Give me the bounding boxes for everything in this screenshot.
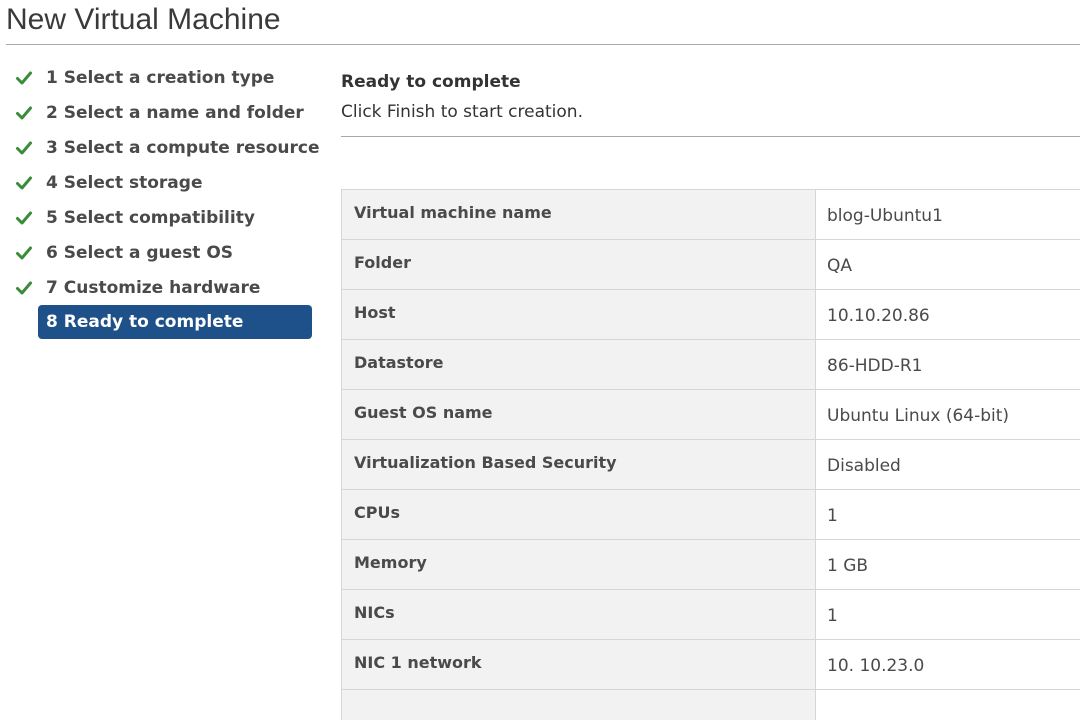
step-select-creation-type[interactable]: 1 Select a creation type: [16, 61, 312, 95]
row-key: [341, 689, 816, 720]
summary-table: Virtual machine name blog-Ubuntu1 Folder…: [341, 189, 1080, 720]
row-value: 1: [815, 489, 1080, 540]
section-description: Click Finish to start creation.: [341, 102, 583, 122]
row-value-text: QA: [827, 255, 853, 276]
table-row: Datastore 86-HDD-R1: [341, 339, 1080, 390]
row-value-text: 10.10.20.86: [827, 305, 930, 326]
row-key-text: Datastore: [354, 353, 444, 372]
row-key: Datastore: [341, 339, 816, 390]
table-row: CPUs 1: [341, 489, 1080, 540]
section-title: Ready to complete: [341, 72, 521, 92]
row-key-text: Guest OS name: [354, 403, 493, 422]
row-value: 1 GB: [815, 539, 1080, 590]
row-key: NICs: [341, 589, 816, 640]
dialog-title: New Virtual Machine: [6, 3, 281, 36]
row-key: Folder: [341, 239, 816, 290]
step-label: 3 Select a compute resource: [46, 138, 320, 158]
content-divider: [341, 136, 1080, 137]
table-row: Host 10.10.20.86: [341, 289, 1080, 340]
row-value: [815, 689, 1080, 720]
row-value-text: 1 GB: [827, 555, 869, 576]
row-value: QA: [815, 239, 1080, 290]
row-value-text: 1: [827, 605, 838, 626]
step-select-guest-os[interactable]: 6 Select a guest OS: [16, 236, 312, 270]
row-value-text: 86-HDD-R1: [827, 355, 923, 376]
row-key-text: Host: [354, 303, 396, 322]
row-key: Memory: [341, 539, 816, 590]
row-key: Host: [341, 289, 816, 340]
step-label: 5 Select compatibility: [46, 208, 255, 228]
row-key-text: Memory: [354, 553, 427, 572]
step-label: 8 Ready to complete: [46, 312, 244, 332]
step-select-name-and-folder[interactable]: 2 Select a name and folder: [16, 96, 312, 130]
row-value: 1: [815, 589, 1080, 640]
table-row: NICs 1: [341, 589, 1080, 640]
table-row: Folder QA: [341, 239, 1080, 290]
row-key: Virtual machine name: [341, 189, 816, 240]
row-key: Virtualization Based Security: [341, 439, 816, 490]
check-icon: [16, 211, 32, 225]
row-key-text: Virtualization Based Security: [354, 453, 617, 472]
row-key-text: NIC 1 network: [354, 653, 482, 672]
row-key: Guest OS name: [341, 389, 816, 440]
step-ready-to-complete[interactable]: 8 Ready to complete: [38, 305, 312, 339]
table-row: [341, 689, 1080, 720]
step-customize-hardware[interactable]: 7 Customize hardware: [16, 271, 312, 305]
row-value: 10.10.20.86: [815, 289, 1080, 340]
row-value: blog-Ubuntu1: [815, 189, 1080, 240]
row-value-text: Disabled: [827, 455, 901, 476]
row-key: NIC 1 network: [341, 639, 816, 690]
table-row: Memory 1 GB: [341, 539, 1080, 590]
row-value-text: 1: [827, 505, 838, 526]
step-label: 4 Select storage: [46, 173, 203, 193]
row-value-text: Ubuntu Linux (64-bit): [827, 405, 1010, 426]
row-key: CPUs: [341, 489, 816, 540]
step-label: 7 Customize hardware: [46, 278, 261, 298]
row-key-text: NICs: [354, 603, 395, 622]
row-value: Disabled: [815, 439, 1080, 490]
new-vm-wizard: New Virtual Machine 1 Select a creation …: [0, 0, 1080, 720]
row-value-text: 10. 10.23.0: [827, 655, 925, 676]
table-row: Virtualization Based Security Disabled: [341, 439, 1080, 490]
check-icon: [16, 106, 32, 120]
table-row: NIC 1 network 10. 10.23.0: [341, 639, 1080, 690]
check-icon: [16, 281, 32, 295]
row-value: 86-HDD-R1: [815, 339, 1080, 390]
row-key-text: CPUs: [354, 503, 400, 522]
content-header: Ready to complete Click Finish to start …: [341, 70, 583, 124]
check-icon: [16, 71, 32, 85]
table-row: Guest OS name Ubuntu Linux (64-bit): [341, 389, 1080, 440]
check-icon: [16, 246, 32, 260]
row-key-text: Virtual machine name: [354, 203, 552, 222]
step-select-compute-resource[interactable]: 3 Select a compute resource: [16, 131, 320, 165]
row-value: Ubuntu Linux (64-bit): [815, 389, 1080, 440]
check-icon: [16, 176, 32, 190]
table-row: Virtual machine name blog-Ubuntu1: [341, 189, 1080, 240]
row-value-text: blog-Ubuntu1: [827, 205, 943, 226]
step-label: 2 Select a name and folder: [46, 103, 304, 123]
check-icon: [16, 141, 32, 155]
step-label: 6 Select a guest OS: [46, 243, 234, 263]
row-key-text: Folder: [354, 253, 411, 272]
row-value: 10. 10.23.0: [815, 639, 1080, 690]
step-label: 1 Select a creation type: [46, 68, 275, 88]
step-select-storage[interactable]: 4 Select storage: [16, 166, 312, 200]
title-divider: [6, 44, 1080, 45]
step-select-compatibility[interactable]: 5 Select compatibility: [16, 201, 312, 235]
